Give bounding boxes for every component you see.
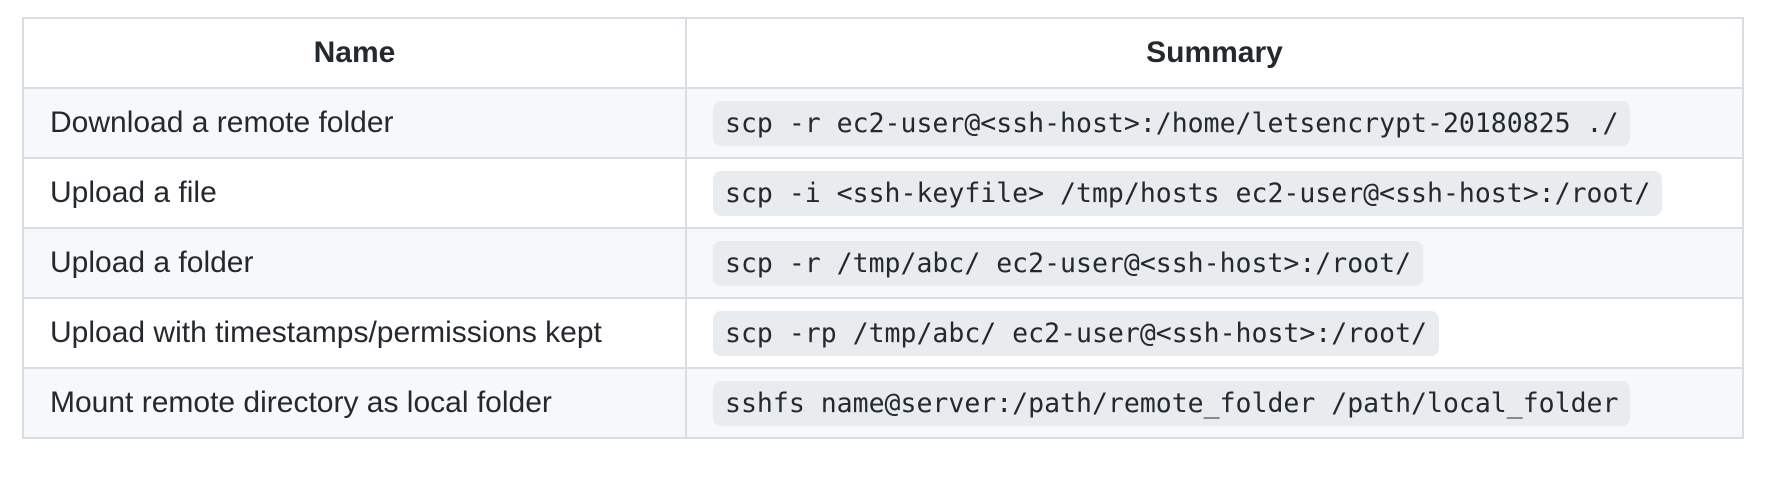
row-name-cell: Download a remote folder <box>22 87 687 159</box>
table-row: Upload a folder scp -r /tmp/abc/ ec2-use… <box>22 227 1744 299</box>
command-code: scp -i <ssh-keyfile> /tmp/hosts ec2-user… <box>713 171 1663 216</box>
command-code: scp -r /tmp/abc/ ec2-user@<ssh-host>:/ro… <box>713 241 1424 286</box>
commands-table: Name Summary Download a remote folder sc… <box>22 17 1744 439</box>
row-name-cell: Upload a folder <box>22 227 687 299</box>
row-summary-cell: scp -i <ssh-keyfile> /tmp/hosts ec2-user… <box>685 157 1744 229</box>
table-row: Upload a file scp -i <ssh-keyfile> /tmp/… <box>22 157 1744 229</box>
command-code: scp -rp /tmp/abc/ ec2-user@<ssh-host>:/r… <box>713 311 1439 356</box>
row-summary-cell: sshfs name@server:/path/remote_folder /p… <box>685 367 1744 439</box>
row-name-cell: Upload a file <box>22 157 687 229</box>
command-code: scp -r ec2-user@<ssh-host>:/home/letsenc… <box>713 101 1631 146</box>
row-summary-cell: scp -r ec2-user@<ssh-host>:/home/letsenc… <box>685 87 1744 159</box>
row-summary-cell: scp -rp /tmp/abc/ ec2-user@<ssh-host>:/r… <box>685 297 1744 369</box>
commands-table-container: Name Summary Download a remote folder sc… <box>22 17 1744 439</box>
table-header-row: Name Summary <box>22 17 1744 89</box>
row-name-cell: Mount remote directory as local folder <box>22 367 687 439</box>
command-code: sshfs name@server:/path/remote_folder /p… <box>713 381 1631 426</box>
row-summary-cell: scp -r /tmp/abc/ ec2-user@<ssh-host>:/ro… <box>685 227 1744 299</box>
column-header-name: Name <box>22 17 687 89</box>
table-row: Mount remote directory as local folder s… <box>22 367 1744 439</box>
table-row: Download a remote folder scp -r ec2-user… <box>22 87 1744 159</box>
column-header-summary: Summary <box>685 17 1744 89</box>
row-name-cell: Upload with timestamps/permissions kept <box>22 297 687 369</box>
table-row: Upload with timestamps/permissions kept … <box>22 297 1744 369</box>
